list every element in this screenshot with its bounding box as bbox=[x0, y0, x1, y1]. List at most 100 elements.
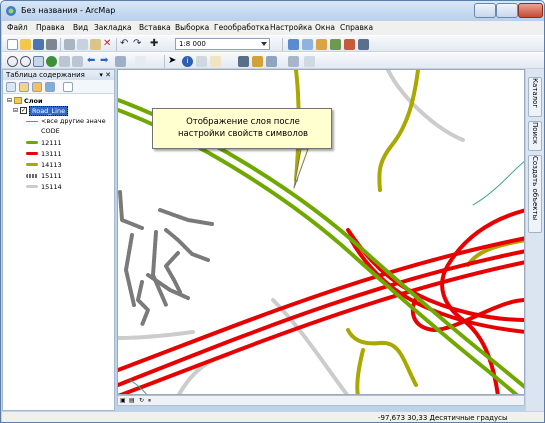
delete-icon[interactable]: ✕ bbox=[103, 39, 114, 50]
pan-icon[interactable] bbox=[33, 56, 44, 67]
menu-bookmarks[interactable]: Закладка bbox=[94, 23, 132, 32]
layer-visibility-checkbox[interactable]: ✓ bbox=[20, 107, 27, 114]
editor-toolbar-icon[interactable] bbox=[288, 39, 299, 50]
add-data-icon[interactable]: ✚ bbox=[150, 39, 161, 50]
fixed-zoom-out-icon[interactable] bbox=[72, 56, 83, 67]
data-view-icon[interactable]: ▣ bbox=[120, 397, 126, 404]
arctoolbox-icon[interactable] bbox=[344, 39, 355, 50]
status-bar: -97,673 30,33 Десятичные градусы bbox=[2, 411, 544, 422]
legend-label-14113: 14113 bbox=[41, 161, 62, 169]
save-icon[interactable] bbox=[33, 39, 44, 50]
close-button[interactable] bbox=[518, 3, 543, 18]
table-of-contents: Таблица содержания ▾ ✕ ⊟ Слои ⊟ ✓ Road_L… bbox=[2, 69, 115, 411]
go-to-xy-icon[interactable] bbox=[238, 56, 249, 67]
legend-swatch-15114[interactable] bbox=[26, 185, 38, 188]
copy-icon[interactable] bbox=[77, 39, 88, 50]
toc-title-bar: Таблица содержания ▾ ✕ bbox=[3, 70, 114, 80]
menu-view[interactable]: Вид bbox=[73, 23, 88, 32]
callout-text: Отображение слоя после настройки свойств… bbox=[177, 117, 309, 139]
list-by-selection-icon[interactable] bbox=[45, 82, 55, 92]
map-view[interactable]: Отображение слоя после настройки свойств… bbox=[117, 69, 525, 395]
toc-pin-close[interactable]: ▾ ✕ bbox=[99, 70, 111, 80]
back-extent-icon[interactable]: ⬅ bbox=[87, 56, 98, 67]
list-by-source-icon[interactable] bbox=[19, 82, 29, 92]
menu-customize[interactable]: Настройка bbox=[270, 23, 312, 32]
arcmap-window: Без названия - ArcMap Файл Правка Вид За… bbox=[0, 0, 545, 423]
menu-file[interactable]: Файл bbox=[7, 23, 28, 32]
map-scale-value: 1:8 000 bbox=[179, 40, 206, 48]
toc-toolbar bbox=[3, 80, 114, 94]
menu-windows[interactable]: Окна bbox=[315, 23, 335, 32]
map-scale-combobox[interactable]: 1:8 000 bbox=[175, 38, 270, 50]
menu-selection[interactable]: Выборка bbox=[175, 23, 209, 32]
search-window-icon[interactable] bbox=[330, 39, 341, 50]
layout-view-icon[interactable]: ▤ bbox=[129, 397, 135, 404]
refresh-icon[interactable]: ↻ bbox=[139, 397, 144, 404]
forward-extent-icon[interactable]: ➡ bbox=[100, 56, 111, 67]
maximize-button[interactable] bbox=[496, 3, 518, 18]
legend-swatch-14113[interactable] bbox=[26, 163, 38, 166]
list-by-visibility-icon[interactable] bbox=[32, 82, 42, 92]
layout-data-view-switch: ▣ ▤ ↻ ⏸ bbox=[117, 395, 525, 406]
legend-label-12111: 12111 bbox=[41, 139, 62, 147]
layer-name[interactable]: Road_Line bbox=[29, 106, 69, 116]
redo-icon[interactable]: ↷ bbox=[133, 39, 144, 50]
legend-swatch-12111[interactable] bbox=[26, 141, 38, 144]
hyperlink-icon[interactable] bbox=[266, 56, 277, 67]
zoom-in-icon[interactable] bbox=[7, 56, 18, 67]
minimize-button[interactable] bbox=[474, 3, 496, 18]
html-popup-icon[interactable] bbox=[210, 56, 221, 67]
legend-swatch-other bbox=[26, 121, 38, 122]
full-extent-icon[interactable] bbox=[46, 56, 57, 67]
legend-label-13111: 13111 bbox=[41, 150, 62, 158]
open-icon[interactable] bbox=[20, 39, 31, 50]
python-window-icon[interactable] bbox=[358, 39, 369, 50]
identify-icon[interactable]: i bbox=[182, 56, 193, 67]
fixed-zoom-in-icon[interactable] bbox=[59, 56, 70, 67]
menu-help[interactable]: Справка bbox=[340, 23, 373, 32]
paste-icon[interactable] bbox=[90, 39, 101, 50]
pause-drawing-icon[interactable]: ⏸ bbox=[148, 397, 151, 405]
clear-selection-icon[interactable] bbox=[135, 56, 146, 67]
catalog-window-icon[interactable] bbox=[316, 39, 327, 50]
print-icon[interactable] bbox=[46, 39, 57, 50]
legend-swatch-15111[interactable] bbox=[26, 174, 38, 178]
select-features-icon[interactable] bbox=[115, 56, 126, 67]
window-title: Без названия - ArcMap bbox=[21, 6, 116, 15]
coordinates-readout: -97,673 30,33 Десятичные градусы bbox=[378, 414, 508, 422]
toc-title: Таблица содержания bbox=[6, 71, 85, 79]
tab-catalog[interactable]: Каталог bbox=[528, 77, 542, 117]
time-slider-icon[interactable] bbox=[288, 56, 299, 67]
legend-label-15111: 15111 bbox=[41, 172, 62, 180]
legend-label-15114: 15114 bbox=[41, 183, 62, 191]
tab-create-features[interactable]: Создать объекты bbox=[528, 155, 542, 233]
find-icon[interactable] bbox=[196, 56, 207, 67]
new-document-icon[interactable] bbox=[7, 39, 18, 50]
callout-box: Отображение слоя после настройки свойств… bbox=[152, 108, 332, 149]
layers-folder-icon bbox=[14, 97, 22, 104]
collapse-icon[interactable]: ⊟ bbox=[7, 97, 12, 104]
legend-swatch-13111[interactable] bbox=[26, 152, 38, 155]
legend-label-other: <все другие значе bbox=[41, 117, 106, 125]
options-icon[interactable] bbox=[63, 82, 73, 92]
title-bar: Без названия - ArcMap bbox=[1, 1, 544, 21]
menu-insert[interactable]: Вставка bbox=[139, 23, 171, 32]
cut-icon[interactable] bbox=[64, 39, 75, 50]
road-15111 bbox=[118, 190, 214, 327]
chevron-down-icon[interactable] bbox=[261, 42, 267, 46]
standard-toolbar: ✕ ↶ ↷ ✚ 1:8 000 bbox=[2, 35, 544, 52]
layers-group-label[interactable]: Слои bbox=[24, 97, 43, 105]
road-13111 bbox=[118, 208, 524, 394]
zoom-out-icon[interactable] bbox=[20, 56, 31, 67]
measure-icon[interactable] bbox=[252, 56, 263, 67]
create-viewer-icon[interactable] bbox=[304, 56, 315, 67]
select-elements-icon[interactable]: ➤ bbox=[168, 56, 179, 67]
side-docked-tabs: Каталог Поиск Создать объекты bbox=[526, 69, 544, 411]
table-of-contents-icon[interactable] bbox=[302, 39, 313, 50]
menu-edit[interactable]: Правка bbox=[36, 23, 65, 32]
collapse-icon[interactable]: ⊟ bbox=[13, 107, 18, 114]
tab-search[interactable]: Поиск bbox=[528, 121, 542, 151]
list-by-drawing-order-icon[interactable] bbox=[6, 82, 16, 92]
menu-geoprocessing[interactable]: Геообработка bbox=[214, 23, 269, 32]
undo-icon[interactable]: ↶ bbox=[120, 39, 131, 50]
